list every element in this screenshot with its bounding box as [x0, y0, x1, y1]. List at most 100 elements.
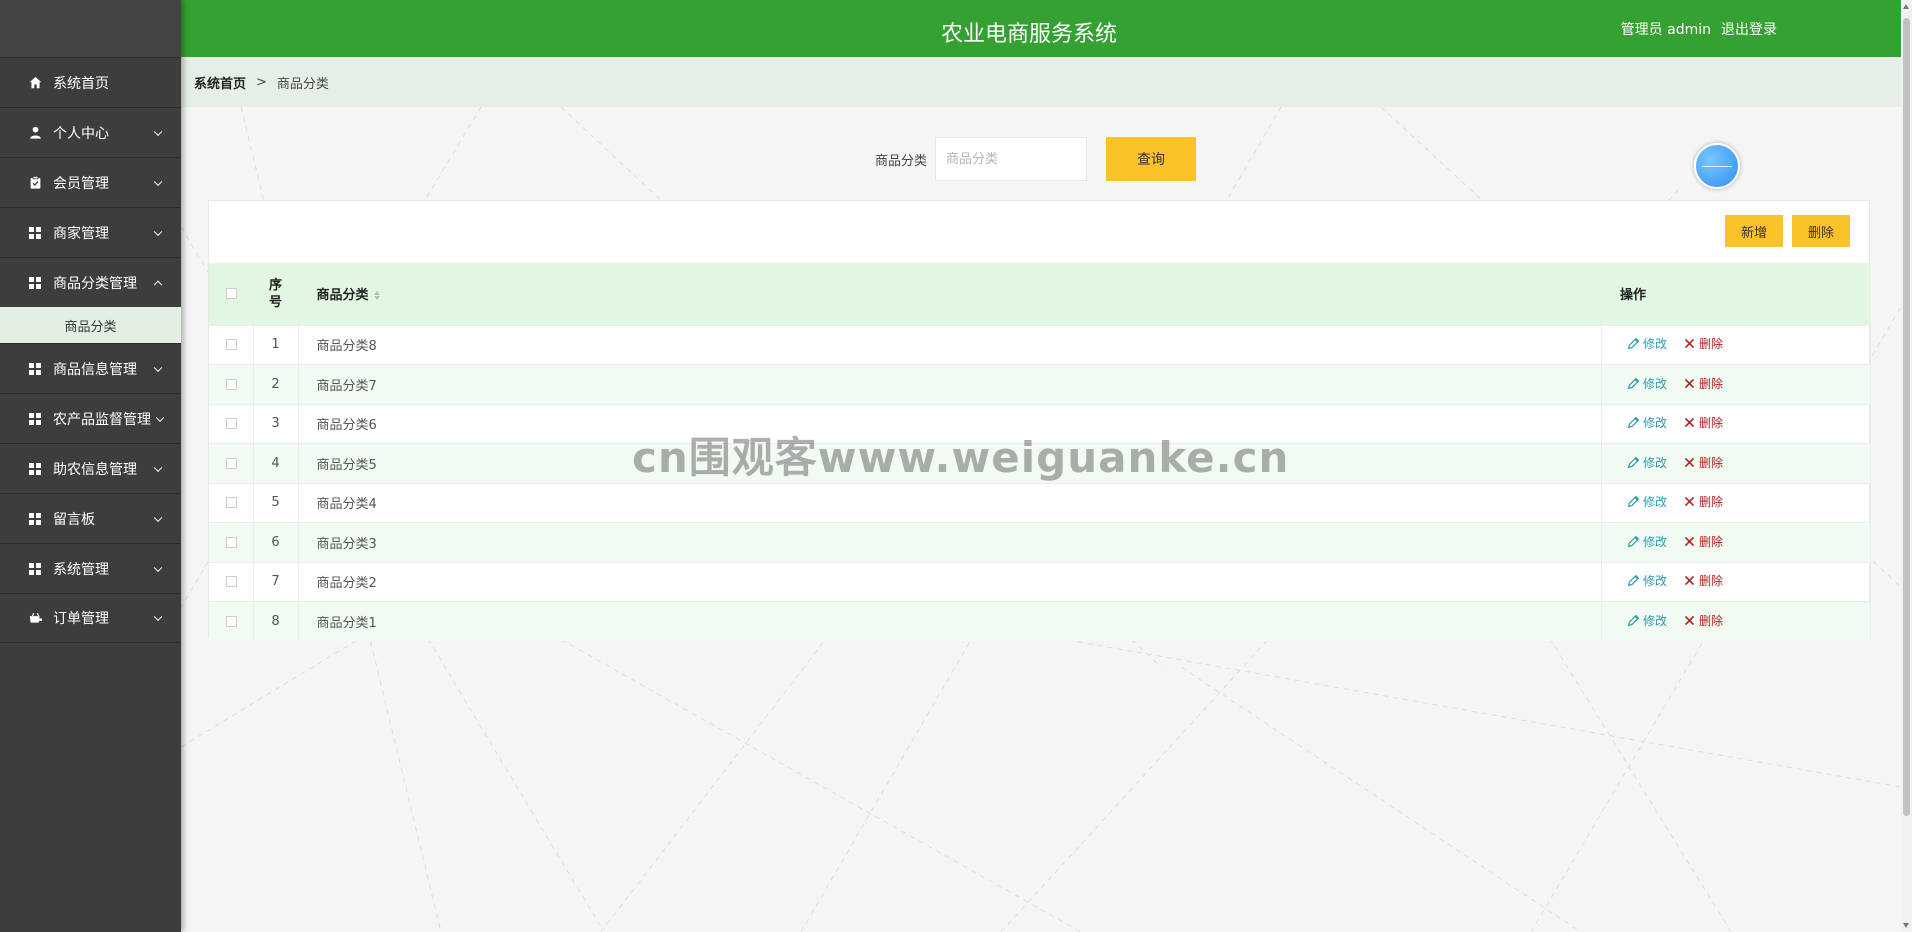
edit-button[interactable]: 修改 [1627, 335, 1667, 352]
row-checkbox[interactable] [226, 536, 238, 548]
sidebar-item-label: 农产品监督管理 [53, 411, 151, 428]
search-button[interactable]: 查询 [1106, 137, 1197, 181]
row-checkbox[interactable] [226, 378, 238, 390]
sidebar-item-label: 商品信息管理 [53, 361, 137, 378]
table-row: 6 商品分类3 修改 删除 [209, 522, 1871, 562]
sidebar-item-system-management[interactable]: 系统管理 [0, 543, 181, 593]
column-header-name[interactable]: 商品分类 [298, 263, 1602, 325]
grid-icon [28, 462, 42, 476]
sort-icon[interactable] [373, 291, 380, 301]
close-icon [1684, 457, 1695, 467]
row-category-name: 商品分类4 [298, 483, 1602, 523]
row-select-cell [209, 562, 254, 602]
chevron-down-icon [155, 413, 165, 422]
home-icon [28, 76, 42, 90]
scroll-thumb[interactable] [1903, 18, 1910, 816]
close-icon [1684, 615, 1695, 626]
row-index: 5 [253, 483, 299, 523]
edit-button[interactable]: 修改 [1627, 533, 1667, 550]
chevron-up-icon [153, 280, 163, 289]
grid-icon [28, 512, 42, 526]
sidebar-subitem-category[interactable]: 商品分类 [0, 307, 181, 343]
table-row: 1 商品分类8 修改 删除 [209, 325, 1871, 365]
row-checkbox[interactable] [226, 457, 238, 469]
edit-label: 修改 [1643, 614, 1668, 628]
row-index: 8 [253, 601, 299, 641]
sidebar-item-message-board[interactable]: 留言板 [0, 493, 181, 543]
close-icon [1684, 339, 1695, 349]
row-checkbox[interactable] [226, 339, 238, 351]
chevron-down-icon [153, 463, 163, 472]
main-content: 商品分类 查询 新增 删除 序号 商品分类 操作 1商品分类8修改删除2商品分类… [181, 107, 1901, 932]
delete-button[interactable]: 删除 [1683, 572, 1723, 589]
edit-label: 修改 [1643, 376, 1668, 391]
delete-button[interactable]: 删除 [1683, 612, 1723, 629]
column-header-index: 序号 [253, 263, 299, 325]
sidebar-item-label: 个人中心 [53, 125, 109, 142]
breadcrumb-home[interactable]: 系统首页 [194, 73, 246, 92]
delete-button[interactable]: 删除 [1683, 335, 1723, 352]
edit-label: 修改 [1643, 574, 1668, 589]
chevron-down-icon [153, 513, 163, 522]
breadcrumb: 系统首页 > 商品分类 [181, 57, 1901, 107]
category-search-input[interactable] [935, 137, 1088, 181]
pencil-icon [1627, 377, 1640, 389]
sidebar-item-personal-center[interactable]: 个人中心 [0, 107, 181, 157]
delete-button[interactable]: 删除 [1683, 414, 1723, 431]
sidebar-item-produce-supervision[interactable]: 农产品监督管理 [0, 393, 181, 443]
grid-icon [28, 362, 42, 376]
table-toolbar: 新增 删除 [1725, 215, 1850, 247]
delete-button[interactable]: 删除 [1683, 454, 1723, 471]
sidebar-item-home[interactable]: 系统首页 [0, 57, 181, 107]
close-icon [1684, 536, 1695, 546]
floating-ball-icon[interactable] [1694, 143, 1740, 189]
row-actions: 修改 删除 [1601, 325, 1871, 365]
add-button[interactable]: 新增 [1725, 215, 1783, 247]
page-scrollbar[interactable] [1901, 0, 1912, 932]
sidebar-item-product-management[interactable]: 商品信息管理 [0, 343, 181, 393]
sidebar-item-label: 留言板 [53, 511, 95, 528]
delete-button[interactable]: 删除 [1683, 375, 1723, 392]
edit-button[interactable]: 修改 [1627, 612, 1667, 629]
delete-label: 删除 [1699, 495, 1724, 510]
chevron-down-icon [153, 563, 163, 572]
row-category-name: 商品分类7 [298, 364, 1602, 404]
delete-button[interactable]: 删除 [1683, 493, 1723, 510]
delete-button[interactable]: 删除 [1683, 533, 1723, 550]
row-category-name: 商品分类2 [298, 562, 1602, 602]
close-icon [1684, 418, 1695, 428]
chevron-down-icon [153, 127, 163, 136]
row-checkbox[interactable] [226, 497, 238, 509]
top-header: 农业电商服务系统 管理员 admin 退出登录 [181, 0, 1901, 57]
sidebar-item-label: 系统管理 [53, 561, 109, 578]
table-panel: 新增 删除 序号 商品分类 操作 1 商品分类8 修改 删除 2 商品分类7 修改 删除 3 商品… [208, 200, 1871, 641]
row-checkbox[interactable] [226, 576, 238, 588]
batch-delete-button[interactable]: 删除 [1792, 215, 1850, 247]
sidebar-item-label: 商家管理 [53, 225, 109, 242]
delete-label: 删除 [1699, 337, 1724, 352]
row-actions: 修改 删除 [1601, 562, 1871, 602]
edit-button[interactable]: 修改 [1627, 414, 1667, 431]
scroll-up-icon[interactable] [1903, 4, 1909, 9]
edit-button[interactable]: 修改 [1627, 454, 1667, 471]
scroll-down-icon[interactable] [1903, 923, 1909, 928]
chevron-down-icon [153, 363, 163, 372]
edit-button[interactable]: 修改 [1627, 375, 1667, 392]
sidebar-item-merchant-management[interactable]: 商家管理 [0, 207, 181, 257]
row-actions: 修改 删除 [1601, 522, 1871, 562]
sidebar-item-agri-info[interactable]: 助农信息管理 [0, 443, 181, 493]
row-checkbox[interactable] [226, 418, 238, 430]
edit-button[interactable]: 修改 [1627, 493, 1667, 510]
logout-link[interactable]: 退出登录 [1721, 19, 1777, 39]
row-index: 7 [253, 562, 299, 602]
edit-label: 修改 [1643, 534, 1668, 549]
sidebar-item-order-management[interactable]: 订单管理 [0, 593, 181, 643]
pencil-icon [1627, 614, 1640, 627]
row-checkbox[interactable] [226, 616, 238, 627]
edit-label: 修改 [1643, 495, 1668, 510]
edit-button[interactable]: 修改 [1627, 572, 1667, 589]
table-header-row: 序号 商品分类 操作 [209, 263, 1871, 325]
sidebar-item-category-management[interactable]: 商品分类管理 [0, 257, 181, 307]
select-all-checkbox[interactable] [226, 288, 238, 300]
sidebar-item-member-management[interactable]: 会员管理 [0, 157, 181, 207]
